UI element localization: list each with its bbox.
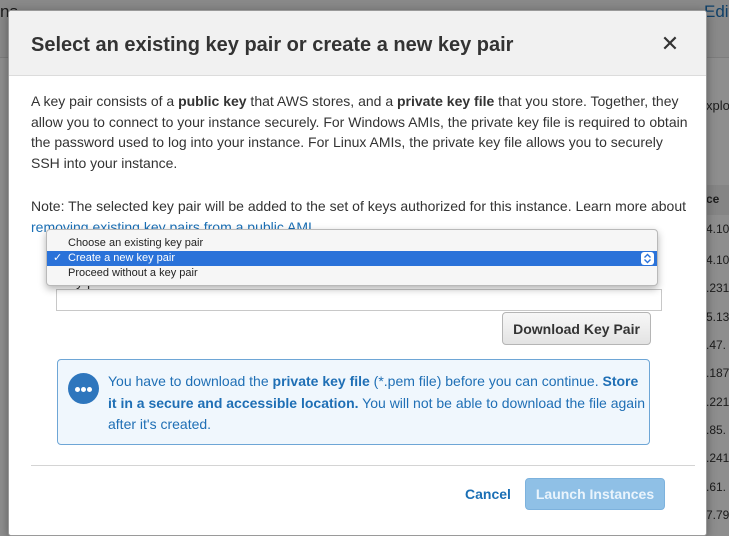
option-proceed-without[interactable]: Proceed without a key pair [47,266,657,281]
option-create-new[interactable]: ✓ Create a new key pair [47,251,657,266]
dialog-header: Select an existing key pair or create a … [9,11,706,76]
close-icon[interactable]: ✕ [660,33,680,55]
checkmark-icon: ✓ [53,252,63,264]
download-info-text: You have to download the private key fil… [108,373,645,432]
select-arrows-icon [641,252,654,265]
cancel-button[interactable]: Cancel [465,486,511,502]
footer-divider [31,465,695,466]
speech-bubble-icon [68,373,99,404]
launch-instances-button[interactable]: Launch Instances [525,478,665,510]
key-pair-name-input[interactable] [56,289,662,311]
dialog-title: Select an existing key pair or create a … [31,34,514,56]
download-info-alert: You have to download the private key fil… [57,359,650,445]
download-key-pair-button[interactable]: Download Key Pair [502,312,651,345]
option-choose-existing[interactable]: Choose an existing key pair [47,236,657,251]
key-pair-dropdown-menu: Choose an existing key pair ✓ Create a n… [46,229,658,286]
key-pair-description: A key pair consists of a public key that… [31,93,688,171]
key-pair-dialog: Select an existing key pair or create a … [8,10,707,536]
